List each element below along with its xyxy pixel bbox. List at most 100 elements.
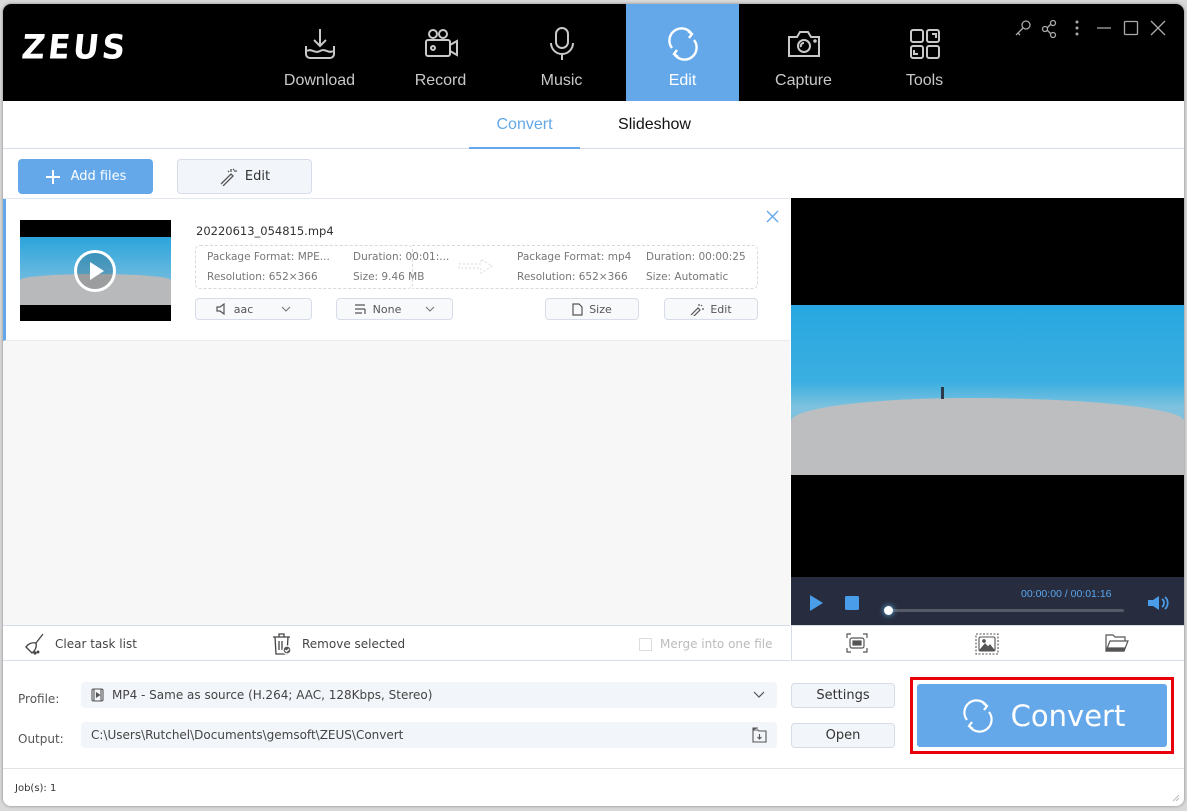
volume-icon[interactable] [1147, 595, 1171, 611]
download-icon [304, 29, 335, 59]
tab-convert[interactable]: Convert [469, 101, 580, 149]
source-package-format: Package Format: MPE... [207, 251, 330, 263]
plus-icon [45, 169, 60, 184]
nav-capture-label: Capture [775, 72, 832, 89]
play-icon[interactable] [809, 595, 823, 611]
list-action-bar: Clear task list Remove selected Merge in… [3, 625, 790, 661]
nav-edit-label: Edit [668, 72, 697, 89]
magic-wand-icon [220, 168, 237, 186]
browse-folder-icon[interactable] [752, 727, 767, 743]
remove-selected-button[interactable]: Remove selected [270, 626, 405, 662]
subtitle-value: None [372, 302, 402, 316]
edit-file-label: Edit [710, 302, 732, 316]
nav-download[interactable]: Download [263, 4, 376, 101]
convert-label: Convert [1010, 698, 1126, 733]
key-icon[interactable] [1013, 18, 1040, 38]
convert-highlight: Convert [910, 677, 1174, 754]
edit-file-button[interactable]: Edit [664, 298, 758, 320]
clear-task-list-button[interactable]: Clear task list [23, 626, 137, 662]
nav-capture[interactable]: Capture [747, 4, 860, 101]
seek-handle[interactable] [884, 606, 893, 615]
video-player-controls: 00:00:00 / 00:01:16 [791, 577, 1184, 625]
fit-screen-icon[interactable] [846, 633, 868, 653]
audio-track-value: aac [233, 302, 254, 316]
close-icon[interactable] [1148, 18, 1175, 38]
video-preview[interactable] [791, 198, 1184, 577]
nav-record[interactable]: Record [384, 4, 497, 101]
seek-bar[interactable] [884, 606, 1124, 615]
nav-music[interactable]: Music [505, 4, 618, 101]
source-resolution: Resolution: 652×366 [207, 271, 318, 283]
output-path-field[interactable]: C:\Users\Rutchel\Documents\gemsoft\ZEUS\… [81, 722, 777, 748]
settings-button[interactable]: Settings [791, 683, 895, 708]
nav-download-label: Download [283, 72, 356, 89]
settings-label: Settings [816, 688, 870, 703]
camera-icon [787, 31, 820, 57]
preview-dune [791, 398, 1184, 475]
output-path-value: C:\Users\Rutchel\Documents\gemsoft\ZEUS\… [91, 728, 404, 742]
open-folder-button[interactable]: Open [791, 723, 895, 748]
profile-select[interactable]: MP4 - Same as source (H.264; AAC, 128Kbp… [81, 682, 777, 708]
target-info: Package Format: mp4 Duration: 00:00:25 R… [412, 245, 758, 289]
app-logo: ZEUS [19, 27, 131, 67]
tools-grid-icon [909, 29, 940, 59]
remove-selected-label: Remove selected [302, 637, 406, 651]
clear-task-list-label: Clear task list [55, 637, 137, 651]
file-name: 20220613_054815.mp4 [196, 224, 334, 238]
merge-label: Merge into one file [660, 637, 773, 651]
convert-button[interactable]: Convert [917, 684, 1167, 747]
add-files-button[interactable]: Add files [18, 159, 153, 194]
target-resolution: Resolution: 652×366 [517, 271, 628, 283]
resize-grip-icon[interactable] [1170, 792, 1180, 802]
folder-open-icon[interactable] [1105, 634, 1129, 653]
speaker-icon [216, 303, 225, 315]
open-label: Open [825, 728, 861, 743]
video-thumbnail[interactable] [20, 220, 171, 321]
minimize-icon[interactable] [1094, 18, 1121, 38]
sub-tabs: Convert Slideshow [3, 101, 1184, 149]
share-icon[interactable] [1040, 18, 1067, 39]
broom-icon [25, 633, 44, 655]
convert-cycle-icon [667, 27, 698, 61]
merge-checkbox[interactable]: Merge into one file [639, 626, 773, 662]
profile-label: Profile: [18, 692, 60, 706]
chevron-down-icon [281, 306, 291, 312]
app-window: ZEUS Download Record Music Edit Capture … [3, 4, 1184, 806]
profile-value: MP4 - Same as source (H.264; AAC, 128Kbp… [112, 688, 433, 702]
chevron-down-icon [425, 306, 435, 312]
playback-time: 00:00:00 / 00:01:16 [1021, 588, 1112, 600]
nav-tools-label: Tools [905, 72, 944, 89]
size-button[interactable]: Size [545, 298, 639, 320]
more-icon[interactable] [1067, 18, 1094, 38]
nav-tools[interactable]: Tools [868, 4, 981, 101]
edit-toolbar-label: Edit [244, 169, 271, 184]
size-button-label: Size [589, 302, 612, 316]
play-circle-icon[interactable] [73, 249, 117, 293]
tab-slideshow[interactable]: Slideshow [599, 101, 710, 149]
merge-checkbox-box[interactable] [639, 637, 652, 651]
audio-track-select[interactable]: aac [195, 298, 312, 320]
snapshot-icon[interactable] [975, 633, 999, 655]
preview-action-bar [791, 625, 1184, 661]
source-info: Package Format: MPE... Duration: 00:01:.… [195, 245, 449, 289]
subtitle-icon [354, 304, 366, 314]
output-label: Output: [18, 732, 64, 746]
convert-cycle-icon [962, 698, 993, 733]
remove-file-icon[interactable] [766, 210, 779, 223]
file-icon [572, 302, 583, 316]
chevron-down-icon [753, 691, 765, 698]
stop-icon[interactable] [845, 596, 859, 610]
file-item[interactable]: 20220613_054815.mp4 Package Format: MPE.… [3, 199, 790, 341]
maximize-icon[interactable] [1121, 18, 1148, 38]
edit-toolbar-button[interactable]: Edit [177, 159, 312, 194]
top-nav-bar: ZEUS Download Record Music Edit Capture … [3, 4, 1184, 101]
magic-wand-icon [690, 303, 705, 316]
trash-icon [273, 633, 292, 655]
jobs-count: Job(s): 1 [15, 783, 57, 794]
target-duration: Duration: 00:00:25 [646, 251, 746, 263]
nav-record-label: Record [414, 72, 467, 89]
preview-figure [941, 387, 944, 399]
target-size: Size: Automatic [646, 271, 729, 283]
nav-edit[interactable]: Edit [626, 4, 739, 101]
subtitle-select[interactable]: None [336, 298, 453, 320]
